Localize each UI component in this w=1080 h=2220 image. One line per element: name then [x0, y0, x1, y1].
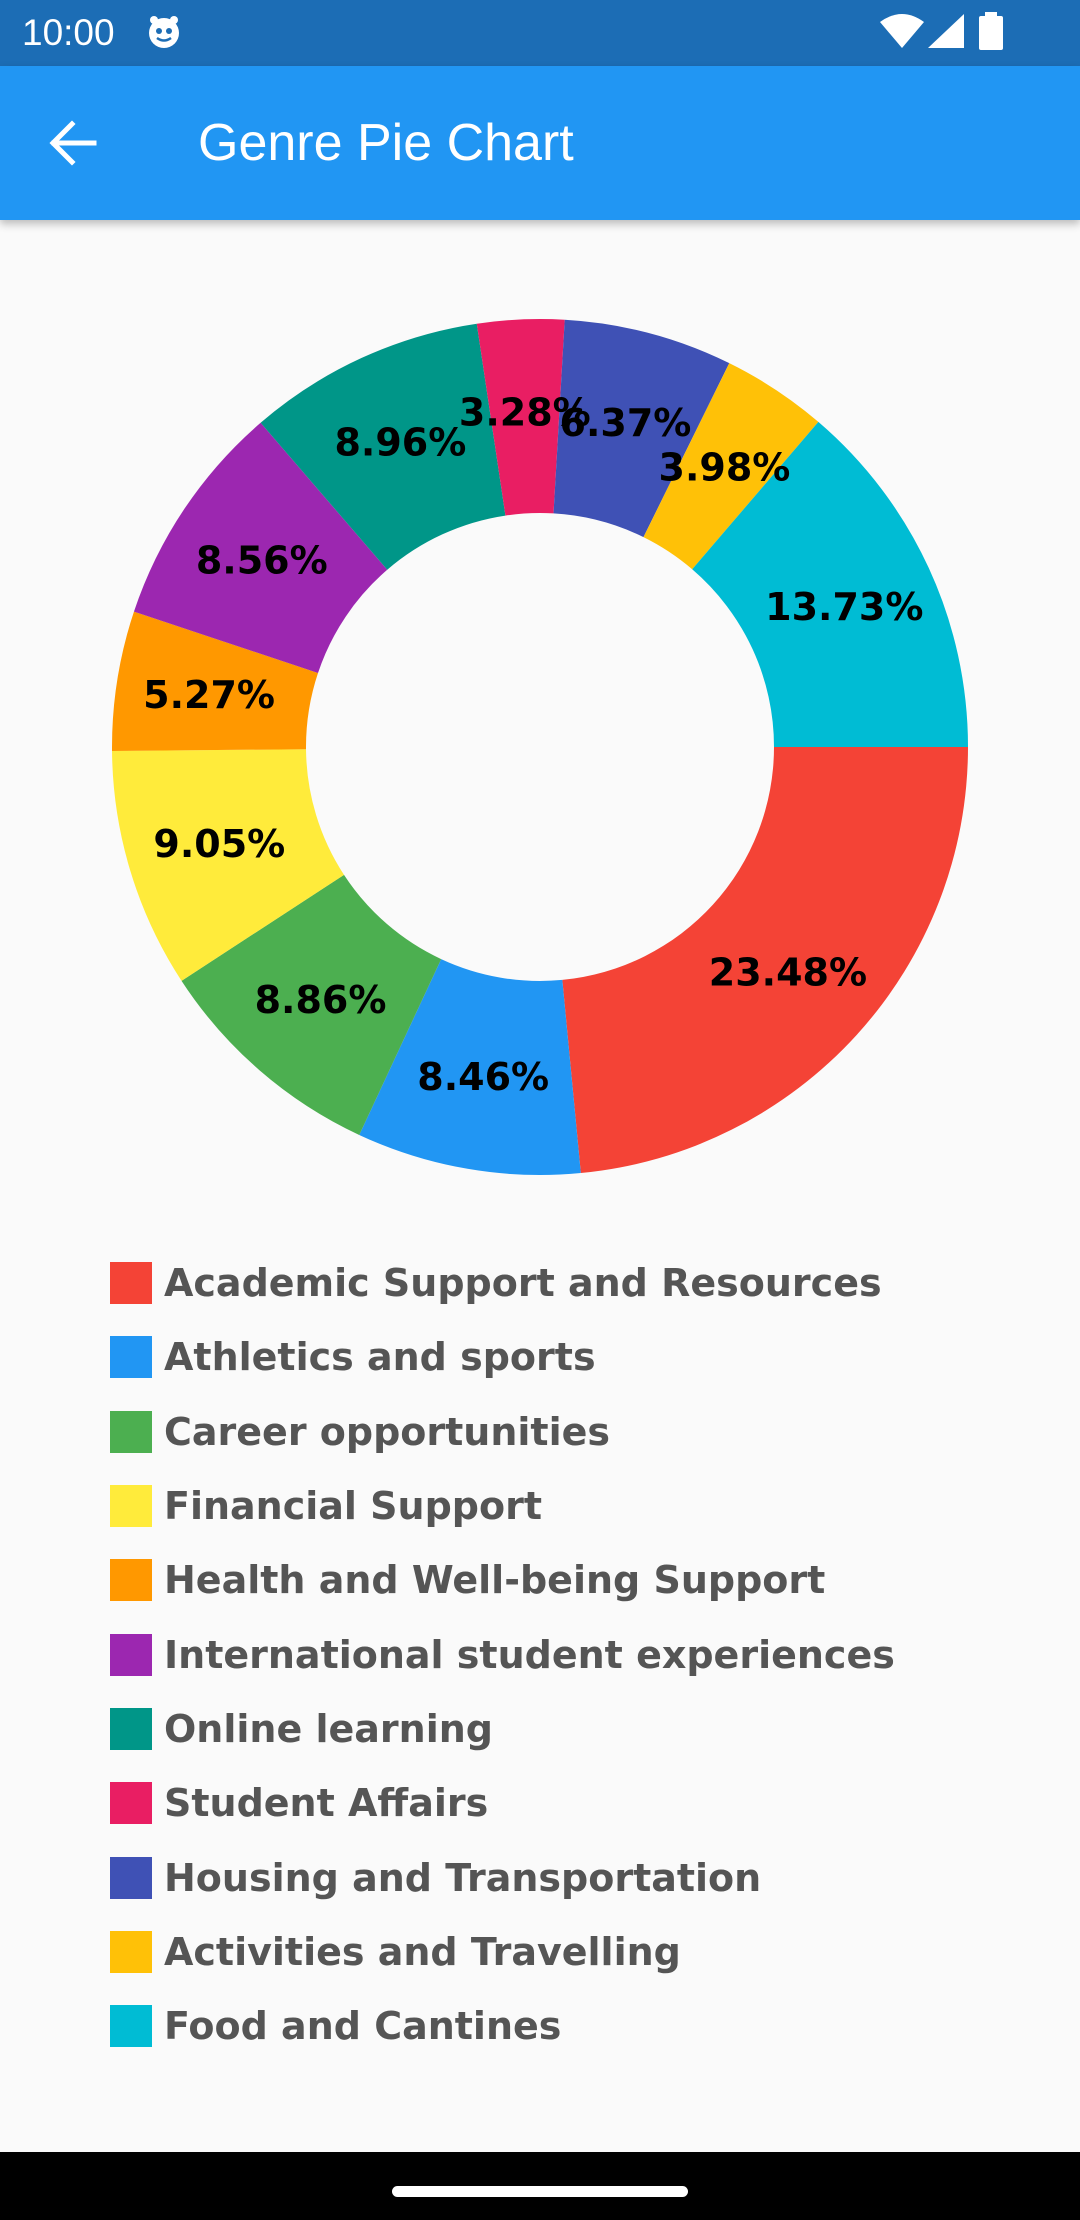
slice-label-career-opportunities: 8.86% — [255, 978, 387, 1022]
slice-label-athletics-and-sports: 8.46% — [417, 1055, 549, 1099]
slice-label-international-student-experiences: 8.56% — [196, 538, 328, 582]
status-time: 10:00 — [22, 12, 115, 53]
legend-item: Academic Support and Resources — [110, 1246, 895, 1320]
home-gesture-handle[interactable] — [392, 2186, 688, 2197]
slice-label-food-and-cantines: 13.73% — [765, 585, 923, 629]
slice-label-housing-and-transportation: 6.37% — [560, 401, 692, 445]
app-bar: Genre Pie Chart — [0, 66, 1080, 220]
donut-chart: 23.48%8.46%8.86%9.05%5.27%8.56%8.96%3.28… — [112, 319, 968, 1175]
legend-label: Career opportunities — [164, 1409, 611, 1454]
navigation-bar — [0, 2152, 1080, 2220]
legend-label: Athletics and sports — [164, 1335, 596, 1380]
legend-swatch — [110, 1559, 152, 1602]
legend-label: Food and Cantines — [164, 2004, 562, 2049]
legend-swatch — [110, 1930, 152, 1973]
legend-item: Activities and Travelling — [110, 1915, 895, 1989]
legend-label: Financial Support — [164, 1484, 543, 1529]
slice-label-online-learning: 8.96% — [334, 420, 466, 464]
legend-item: Financial Support — [110, 1469, 895, 1543]
legend-swatch — [110, 2005, 152, 2048]
legend-item: Student Affairs — [110, 1766, 895, 1840]
legend-label: Student Affairs — [164, 1781, 489, 1826]
legend-item: Food and Cantines — [110, 1989, 895, 2063]
wifi-icon — [880, 14, 924, 55]
back-button[interactable] — [36, 108, 106, 178]
legend-swatch — [110, 1782, 152, 1825]
cellular-signal-icon — [928, 14, 968, 55]
legend-item: Online learning — [110, 1692, 895, 1766]
arrow-back-icon — [49, 120, 97, 166]
legend-label: Academic Support and Resources — [164, 1261, 882, 1306]
legend-swatch — [110, 1485, 152, 1528]
legend-swatch — [110, 1262, 152, 1305]
page-title: Genre Pie Chart — [198, 114, 574, 172]
slice-label-activities-and-travelling: 3.98% — [659, 445, 791, 489]
legend-swatch — [110, 1336, 152, 1379]
legend-label: Health and Well-being Support — [164, 1558, 826, 1603]
legend-swatch — [110, 1633, 152, 1676]
legend-label: Activities and Travelling — [164, 1929, 681, 1974]
slice-label-academic-support-and-resources: 23.48% — [709, 950, 867, 994]
status-bar: 10:00 — [0, 0, 1080, 66]
chart-legend: Academic Support and Resources Athletics … — [110, 1246, 895, 2063]
legend-swatch — [110, 1707, 152, 1750]
legend-item: Health and Well-being Support — [110, 1543, 895, 1617]
legend-swatch — [110, 1410, 152, 1453]
app-notification-icon — [146, 14, 182, 55]
chart-area: 23.48% 8.46% 8.86% 9.05% 5.27% 8.56% 8.96% 3.28… — [0, 220, 1080, 1220]
battery-icon — [978, 12, 1004, 57]
legend-item: Athletics and sports — [110, 1320, 895, 1394]
legend-label: International student experiences — [164, 1632, 895, 1677]
legend-item: Housing and Transportation — [110, 1840, 895, 1914]
legend-label: Housing and Transportation — [164, 1855, 762, 1900]
legend-item: Career opportunities — [110, 1395, 895, 1469]
legend-item: International student experiences — [110, 1617, 895, 1691]
slice-label-health-and-well-being-support: 5.27% — [143, 673, 275, 717]
legend-label: Online learning — [164, 1706, 493, 1751]
legend-swatch — [110, 1856, 152, 1899]
slice-label-financial-support: 9.05% — [153, 822, 285, 866]
